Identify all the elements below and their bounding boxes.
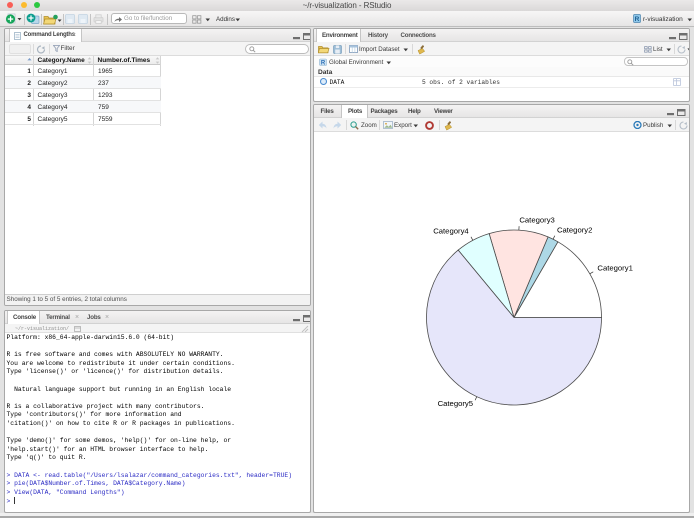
svg-text:Category1: Category1 xyxy=(597,264,632,273)
svg-text:R: R xyxy=(635,15,640,22)
svg-text:Category5: Category5 xyxy=(438,399,473,408)
svg-text:Category3: Category3 xyxy=(519,216,554,225)
svg-text:Category2: Category2 xyxy=(557,226,592,235)
svg-text:Category4: Category4 xyxy=(433,227,469,236)
svg-text:R: R xyxy=(321,61,326,67)
